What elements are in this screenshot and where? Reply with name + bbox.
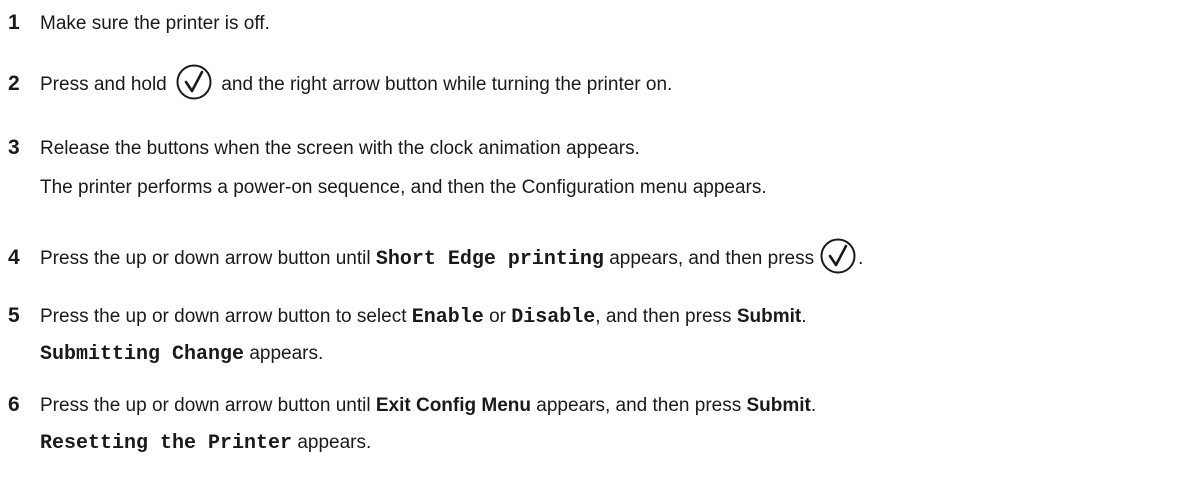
step-2: 2 Press and hold and the right arrow butt… bbox=[8, 64, 673, 100]
status-message-code: Resetting the Printer bbox=[40, 432, 293, 455]
step-5: 5 Press the up or down arrow button to se… bbox=[8, 301, 806, 331]
note-text: appears. bbox=[297, 432, 372, 453]
step-3-note: The printer performs a power-on sequence… bbox=[40, 173, 767, 203]
step-text-middle: , and then press bbox=[595, 306, 732, 327]
step-number: 5 bbox=[8, 304, 20, 327]
step-text-before: Press the up or down arrow button until bbox=[40, 395, 371, 416]
checkmark-button-icon bbox=[176, 64, 212, 100]
step-text-after: . bbox=[801, 306, 807, 327]
option-enable-code: Enable bbox=[411, 306, 484, 329]
step-text-middle: appears, and then press bbox=[536, 395, 742, 416]
checkmark-button-icon bbox=[820, 238, 856, 274]
exit-config-menu-label: Exit Config Menu bbox=[375, 395, 532, 416]
note-text: appears. bbox=[249, 343, 324, 364]
step-number: 1 bbox=[8, 11, 20, 34]
step-text-or: or bbox=[489, 306, 506, 327]
submit-label: Submit bbox=[736, 306, 802, 327]
menu-item-code: Short Edge printing bbox=[375, 248, 604, 271]
status-message-code: Submitting Change bbox=[40, 343, 245, 366]
step-6: 6 Press the up or down arrow button until… bbox=[8, 390, 816, 420]
step-number: 2 bbox=[8, 72, 20, 95]
step-4: 4 Press the up or down arrow button until… bbox=[8, 238, 864, 274]
step-text-after: and the right arrow button while turning… bbox=[221, 74, 673, 95]
step-number: 6 bbox=[8, 393, 20, 416]
step-text: Make sure the printer is off. bbox=[40, 13, 270, 34]
step-number: 3 bbox=[8, 136, 20, 159]
option-disable-code: Disable bbox=[511, 306, 596, 329]
note-text: The printer performs a power-on sequence… bbox=[40, 177, 767, 198]
step-3: 3 Release the buttons when the screen wit… bbox=[8, 133, 640, 163]
step-text-before: Press the up or down arrow button until bbox=[40, 248, 371, 269]
submit-label: Submit bbox=[746, 395, 811, 416]
step-1: 1 Make sure the printer is off. bbox=[8, 8, 270, 38]
step-text-middle: appears, and then press bbox=[609, 248, 815, 269]
step-text-after: . bbox=[810, 395, 817, 416]
step-text-before: Press the up or down arrow button to sel… bbox=[40, 306, 407, 327]
step-text-after: . bbox=[858, 248, 864, 269]
step-text: Release the buttons when the screen with… bbox=[40, 138, 640, 159]
step-5-note: Submitting Change appears. bbox=[40, 339, 323, 369]
step-text-before: Press and hold bbox=[40, 74, 167, 95]
step-6-note: Resetting the Printer appears. bbox=[40, 428, 371, 458]
step-number: 4 bbox=[8, 246, 20, 269]
